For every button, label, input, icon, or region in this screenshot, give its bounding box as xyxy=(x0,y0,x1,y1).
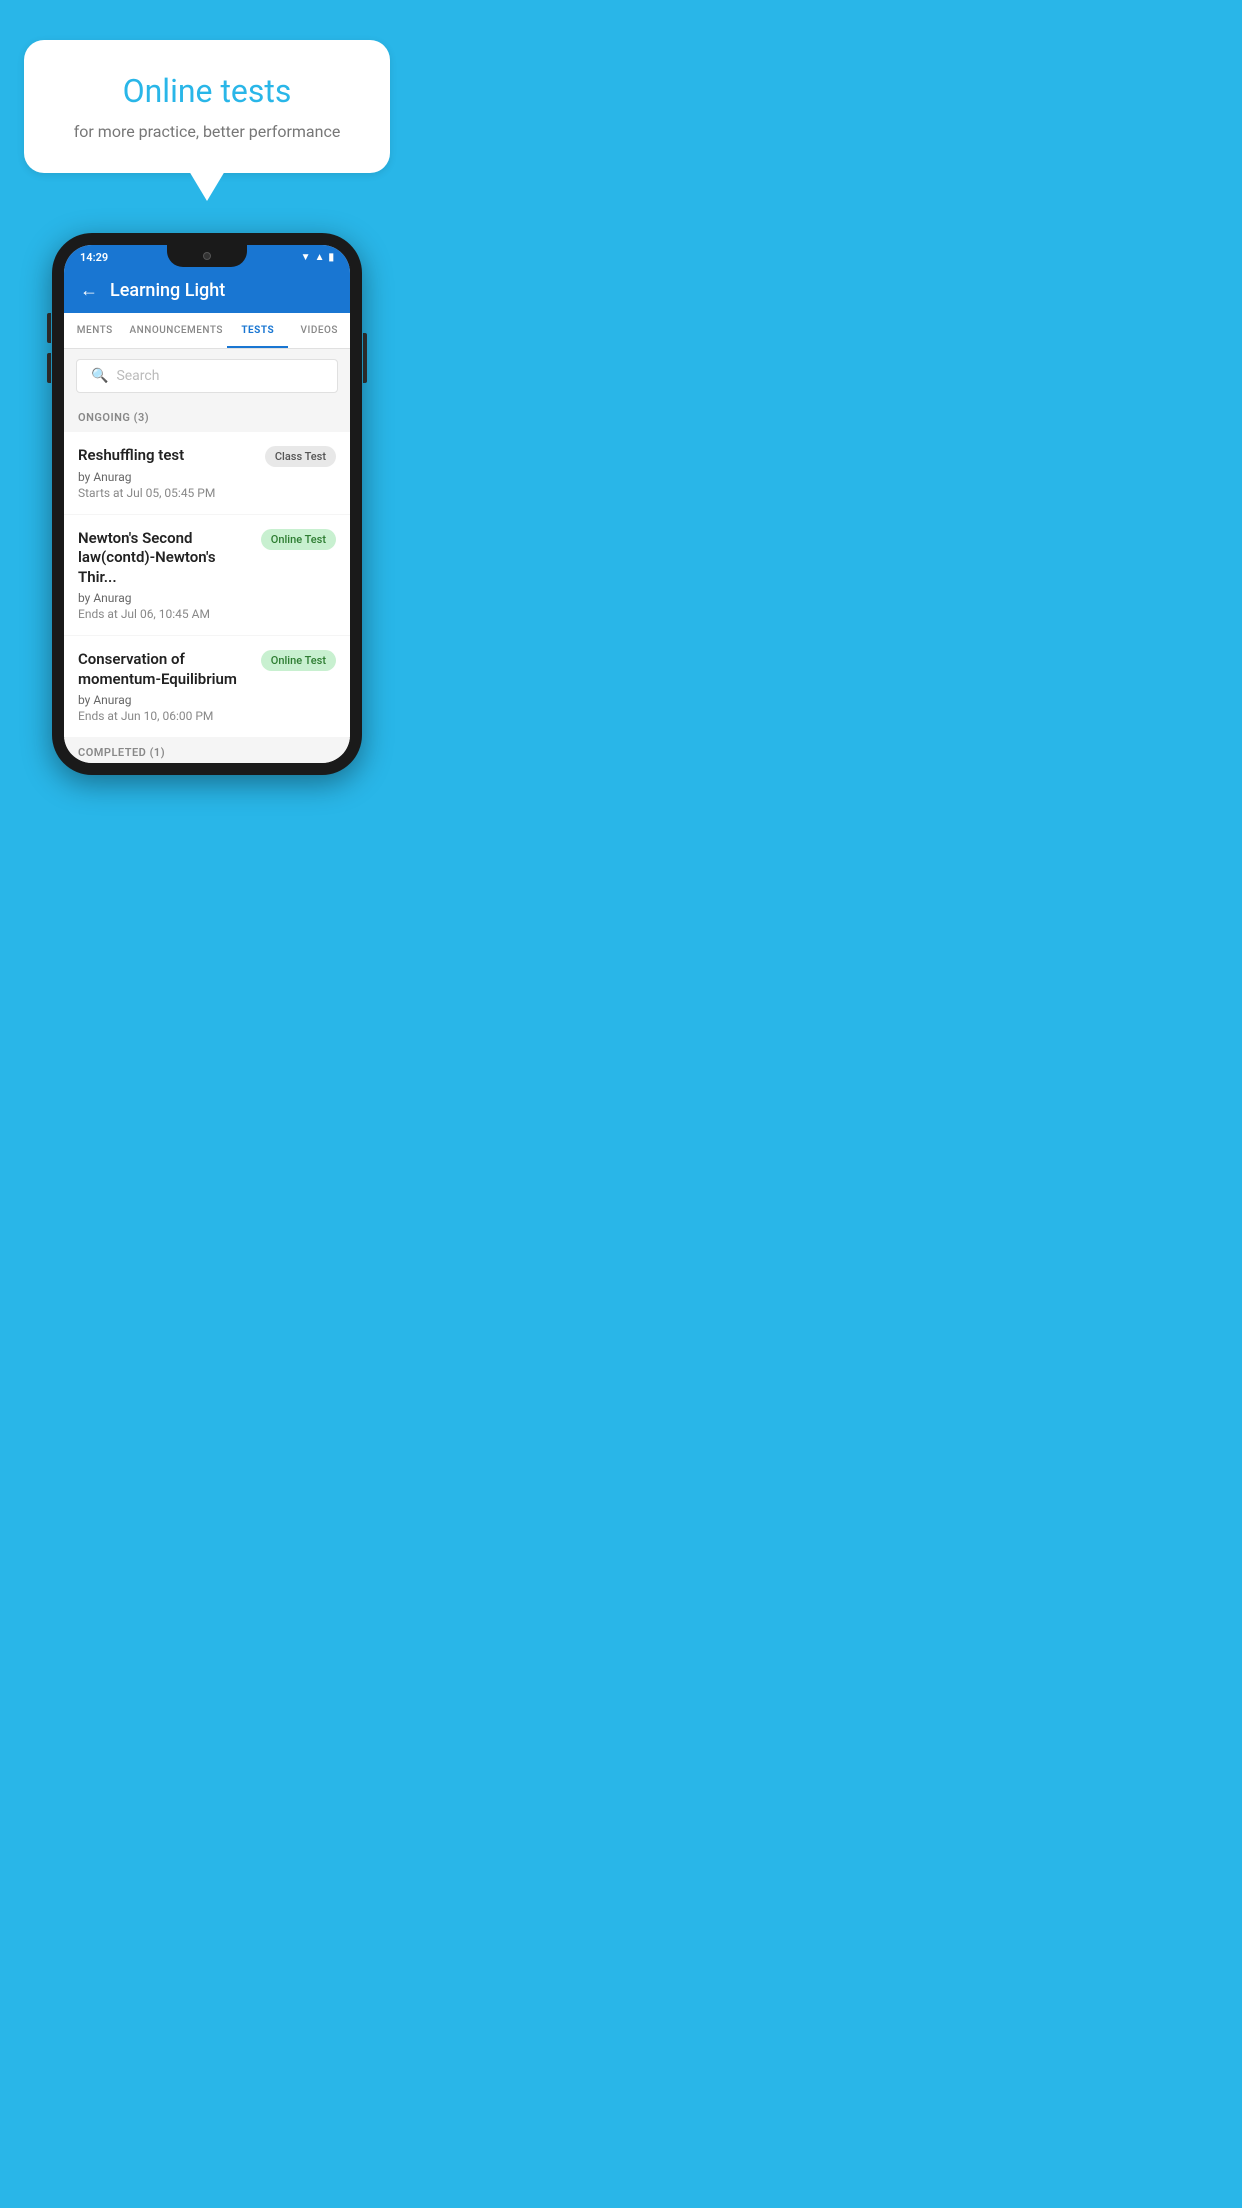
test-date-2: Ends at Jul 06, 10:45 AM xyxy=(78,607,251,621)
phone-screen: 14:29 ▼ ▲ ▮ ← Learning Light MENTS ANNOU… xyxy=(64,245,350,763)
speech-bubble: Online tests for more practice, better p… xyxy=(24,40,390,173)
camera xyxy=(203,252,211,260)
tab-announcements[interactable]: ANNOUNCEMENTS xyxy=(126,313,227,348)
test-author-1: by Anurag xyxy=(78,470,255,484)
power-button xyxy=(363,333,367,383)
wifi-icon: ▼ xyxy=(301,252,311,263)
hero-title: Online tests xyxy=(52,72,362,110)
tabs-container: MENTS ANNOUNCEMENTS TESTS VIDEOS xyxy=(64,313,350,349)
search-container: 🔍 Search xyxy=(64,349,350,403)
test-info-1: Reshuffling test by Anurag Starts at Jul… xyxy=(78,446,265,500)
test-badge-2: Online Test xyxy=(261,529,336,550)
tab-ments[interactable]: MENTS xyxy=(64,313,126,348)
signal-icon: ▲ xyxy=(315,252,325,263)
test-title-3: Conservation of momentum-Equilibrium xyxy=(78,650,251,689)
status-icons: ▼ ▲ ▮ xyxy=(301,252,334,263)
test-card-2[interactable]: Newton's Second law(contd)-Newton's Thir… xyxy=(64,515,350,636)
volume-down-button xyxy=(47,353,51,383)
app-bar: ← Learning Light xyxy=(64,268,350,313)
phone-frame: 14:29 ▼ ▲ ▮ ← Learning Light MENTS ANNOU… xyxy=(52,233,362,775)
completed-section-header: COMPLETED (1) xyxy=(64,738,350,763)
test-author-3: by Anurag xyxy=(78,693,251,707)
test-date-1: Starts at Jul 05, 05:45 PM xyxy=(78,486,255,500)
search-placeholder: Search xyxy=(116,368,159,384)
test-card-3[interactable]: Conservation of momentum-Equilibrium by … xyxy=(64,636,350,737)
ongoing-section-header: ONGOING (3) xyxy=(64,403,350,432)
test-badge-1: Class Test xyxy=(265,446,336,467)
test-badge-3: Online Test xyxy=(261,650,336,671)
battery-icon: ▮ xyxy=(328,252,334,263)
hero-subtitle: for more practice, better performance xyxy=(52,122,362,141)
tab-videos[interactable]: VIDEOS xyxy=(288,313,350,348)
test-card-1[interactable]: Reshuffling test by Anurag Starts at Jul… xyxy=(64,432,350,514)
phone-mockup: 14:29 ▼ ▲ ▮ ← Learning Light MENTS ANNOU… xyxy=(52,233,362,775)
volume-up-button xyxy=(47,313,51,343)
test-info-3: Conservation of momentum-Equilibrium by … xyxy=(78,650,261,723)
status-time: 14:29 xyxy=(80,251,108,264)
back-button[interactable]: ← xyxy=(80,280,98,301)
tab-tests[interactable]: TESTS xyxy=(227,313,289,348)
test-title-1: Reshuffling test xyxy=(78,446,255,466)
test-date-3: Ends at Jun 10, 06:00 PM xyxy=(78,709,251,723)
test-author-2: by Anurag xyxy=(78,591,251,605)
test-title-2: Newton's Second law(contd)-Newton's Thir… xyxy=(78,529,251,588)
app-title: Learning Light xyxy=(110,280,225,301)
test-info-2: Newton's Second law(contd)-Newton's Thir… xyxy=(78,529,261,622)
phone-notch xyxy=(167,245,247,267)
search-box[interactable]: 🔍 Search xyxy=(76,359,338,393)
hero-section: Online tests for more practice, better p… xyxy=(0,0,414,173)
search-icon: 🔍 xyxy=(91,368,108,384)
